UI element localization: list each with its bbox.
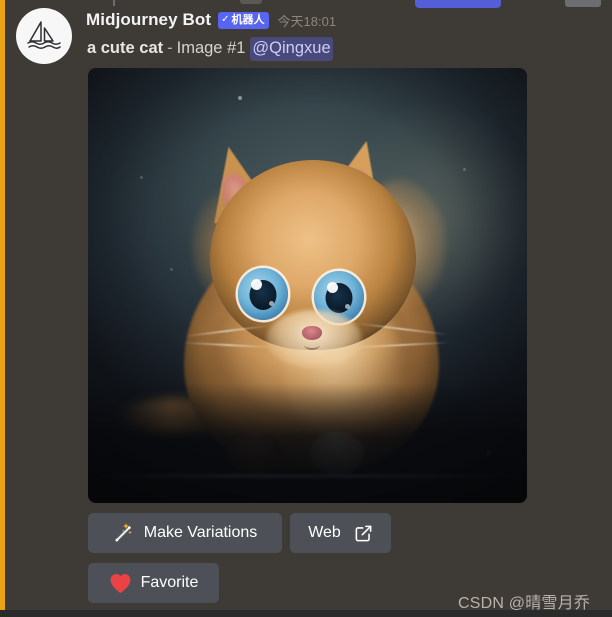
message-timestamp: 今天18:01	[277, 13, 337, 29]
image-index-label: Image #1	[176, 39, 246, 57]
favorite-button[interactable]: Favorite	[88, 563, 219, 603]
bot-badge: ✓ 机器人	[218, 11, 269, 29]
generated-image-attachment[interactable]	[88, 68, 527, 503]
bot-badge-label: 机器人	[231, 13, 265, 26]
favorite-label: Favorite	[140, 574, 199, 591]
prompt-text: a cute cat	[87, 39, 164, 57]
action-row-2: Favorite	[88, 563, 219, 603]
verified-check-icon: ✓	[221, 14, 230, 25]
external-link-icon	[354, 524, 373, 543]
previous-message-button-fragment[interactable]	[415, 0, 501, 8]
previous-message-avatar-fragment	[240, 0, 262, 4]
magic-wand-icon	[113, 522, 135, 544]
message-header: Midjourney Bot ✓ 机器人 今天18:01	[86, 9, 336, 31]
avatar[interactable]	[16, 8, 72, 64]
left-accent-stripe	[0, 0, 5, 617]
bottom-edge-strip	[0, 610, 612, 617]
user-mention[interactable]: @Qingxue	[250, 37, 333, 61]
previous-message-text-fragment	[113, 0, 115, 6]
midjourney-sailboat-icon	[26, 19, 62, 53]
make-variations-button[interactable]: Make Variations	[88, 513, 282, 553]
artwork-vignette	[88, 68, 527, 503]
make-variations-label: Make Variations	[143, 524, 258, 541]
content-separator: -	[167, 39, 173, 57]
cat-artwork	[88, 68, 527, 503]
web-label: Web	[308, 524, 341, 541]
web-button[interactable]: Web	[290, 513, 391, 553]
message-content: a cute cat - Image #1 @Qingxue	[87, 37, 333, 61]
heart-icon	[109, 573, 132, 594]
action-row-1: Make Variations Web	[88, 513, 391, 553]
username[interactable]: Midjourney Bot	[86, 10, 211, 30]
previous-message-element-fragment	[565, 0, 601, 7]
